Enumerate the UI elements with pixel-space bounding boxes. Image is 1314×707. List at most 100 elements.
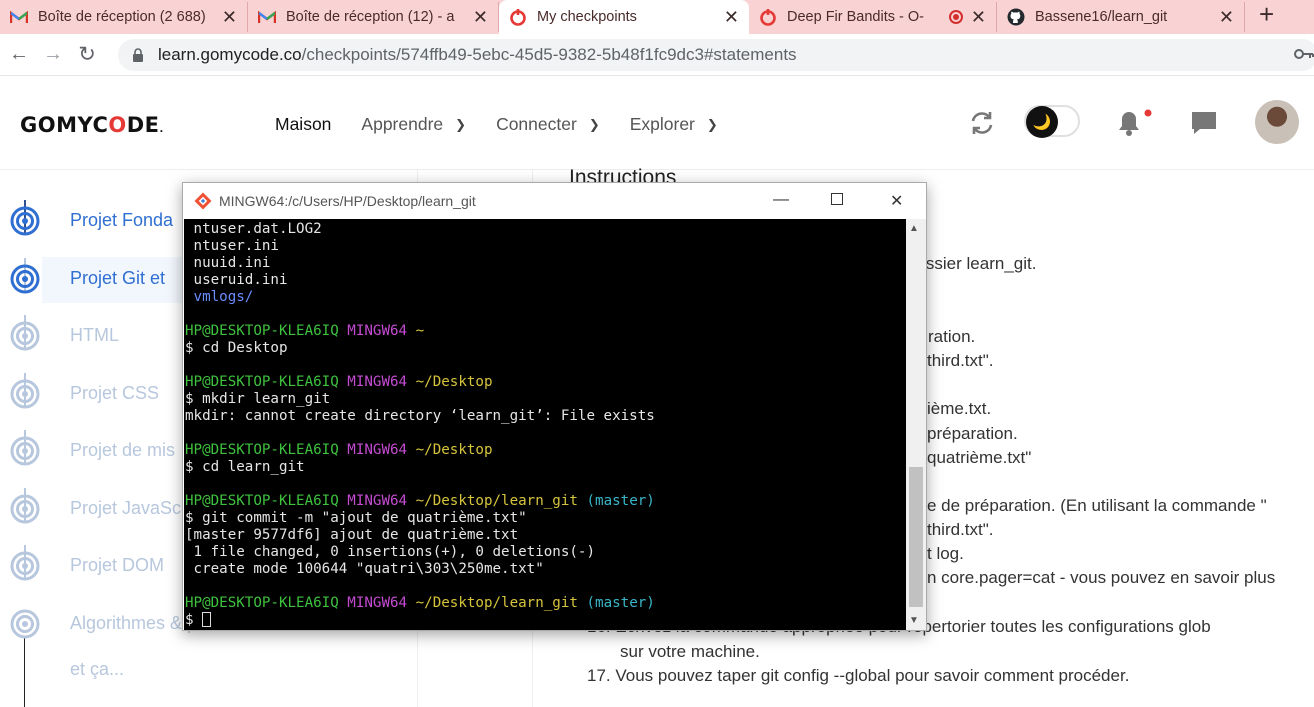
back-icon[interactable]: ← bbox=[4, 43, 34, 66]
key-icon[interactable] bbox=[1294, 47, 1314, 61]
bell-icon[interactable] bbox=[1114, 108, 1154, 138]
close-tab-icon[interactable]: ✕ bbox=[222, 7, 237, 28]
instruction-line: sur votre machine. bbox=[620, 642, 760, 661]
terminal-line: [master 9577df6] ajout de quatrième.txt bbox=[185, 527, 519, 543]
sidebar-item-label: Projet DOM bbox=[70, 555, 165, 575]
close-tab-icon[interactable]: ✕ bbox=[971, 7, 986, 28]
close-tab-icon[interactable]: ✕ bbox=[1219, 7, 1234, 28]
target-icon bbox=[10, 379, 40, 409]
sidebar-item-label: Projet Git et bbox=[70, 268, 166, 288]
nav-explorer[interactable]: Explorer ❯ bbox=[630, 114, 718, 135]
tab-title: My checkpoints bbox=[537, 9, 637, 25]
new-tab-button[interactable]: + bbox=[1259, 0, 1274, 30]
target-icon bbox=[10, 264, 40, 294]
chevron-down-icon: ❯ bbox=[706, 116, 718, 132]
terminal-line: 1 file changed, 0 insertions(+), 0 delet… bbox=[185, 544, 595, 560]
scroll-down-icon[interactable]: ▼ bbox=[909, 615, 919, 626]
terminal-blank bbox=[185, 425, 906, 442]
terminal-command: $ git commit -m "ajout de quatrième.txt" bbox=[185, 510, 527, 526]
instruction-line: third.txt". bbox=[927, 520, 994, 539]
close-tab-icon[interactable]: ✕ bbox=[724, 7, 739, 28]
terminal-line: mkdir: cannot create directory ‘learn_gi… bbox=[185, 408, 655, 424]
terminal-blank bbox=[185, 306, 906, 323]
sidebar-item-label: Projet Fonda bbox=[70, 210, 174, 230]
moon-icon: 🌙 bbox=[1026, 106, 1058, 138]
nav-connecter[interactable]: Connecter ❯ bbox=[496, 114, 600, 135]
instruction-line: ième.txt. bbox=[927, 399, 992, 418]
terminal-title: MINGW64:/c/Users/HP/Desktop/learn_git bbox=[219, 193, 476, 209]
target-icon bbox=[10, 436, 40, 466]
terminal-prompt: HP@DESKTOP-KLEA6IQ MINGW64 ~/Desktop/lea… bbox=[185, 493, 655, 509]
chevron-down-icon: ❯ bbox=[588, 116, 600, 132]
minimize-icon[interactable]: — bbox=[773, 191, 789, 209]
terminal-titlebar[interactable]: MINGW64:/c/Users/HP/Desktop/learn_git bbox=[183, 183, 926, 219]
instruction-line: third.txt". bbox=[927, 351, 994, 370]
browser-tab-strip: Boîte de réception (2 688) ✕ Boîte de ré… bbox=[0, 0, 1314, 34]
reload-icon[interactable]: ↻ bbox=[72, 42, 102, 67]
target-icon bbox=[10, 321, 40, 351]
terminal-line: useruid.ini bbox=[193, 272, 288, 288]
terminal-input-line[interactable]: $ bbox=[185, 612, 906, 629]
gmail-icon bbox=[258, 8, 276, 26]
gomycode-icon bbox=[759, 8, 777, 26]
nav-apprendre[interactable]: Apprendre ❯ bbox=[361, 114, 466, 135]
tab-github-learn-git[interactable]: Bassene16/learn_git ✕ bbox=[997, 2, 1245, 32]
target-icon bbox=[10, 551, 40, 581]
text-cursor bbox=[202, 612, 212, 627]
github-icon bbox=[1007, 8, 1025, 26]
maximize-icon[interactable] bbox=[831, 193, 843, 205]
chevron-down-icon: ❯ bbox=[455, 116, 467, 132]
scrollbar-thumb[interactable] bbox=[909, 467, 923, 607]
tab-deep-fir-bandits[interactable]: Deep Fir Bandits - O- ✕ bbox=[749, 2, 997, 32]
terminal-line: nuuid.ini bbox=[193, 255, 271, 271]
terminal-output[interactable]: ntuser.dat.LOG2 ntuser.ini nuuid.ini use… bbox=[184, 219, 906, 630]
timeline-line bbox=[24, 638, 25, 707]
close-tab-icon[interactable]: ✕ bbox=[473, 7, 488, 28]
terminal-command: $ cd Desktop bbox=[185, 340, 288, 356]
address-bar-row: ← → ↻ learn.gomycode.co/checkpoints/574f… bbox=[0, 34, 1314, 76]
close-window-icon[interactable]: ✕ bbox=[890, 191, 903, 211]
instruction-line: 17. Vous pouvez taper git config --globa… bbox=[587, 666, 1130, 685]
terminal-line: ntuser.dat.LOG2 bbox=[193, 221, 322, 237]
avatar[interactable] bbox=[1255, 100, 1299, 144]
instruction-line: e de préparation. (En utilisant la comma… bbox=[927, 496, 1267, 515]
dark-mode-toggle[interactable]: 🌙 bbox=[1024, 105, 1080, 138]
tab-my-checkpoints[interactable]: My checkpoints ✕ bbox=[499, 0, 749, 34]
git-bash-window[interactable]: MINGW64:/c/Users/HP/Desktop/learn_git — … bbox=[182, 182, 927, 631]
sidebar-item-label-continued: et ça... bbox=[70, 659, 125, 679]
main-nav: Maison Apprendre ❯ Connecter ❯ Explorer ❯ bbox=[275, 114, 748, 135]
tab-gmail-inbox-1[interactable]: Boîte de réception (2 688) ✕ bbox=[0, 2, 248, 32]
instruction-line: préparation. bbox=[927, 424, 1018, 443]
tab-title: Boîte de réception (12) - a bbox=[286, 9, 455, 25]
terminal-command: $ cd learn_git bbox=[185, 459, 305, 475]
instruction-line: ration. bbox=[928, 327, 976, 346]
refresh-icon[interactable] bbox=[968, 109, 996, 137]
gomycode-logo[interactable]: GOMYCODE. bbox=[20, 113, 164, 137]
tab-title: Deep Fir Bandits - O- bbox=[787, 9, 924, 25]
url-host: learn.gomycode.co bbox=[158, 45, 302, 64]
terminal-prompt: HP@DESKTOP-KLEA6IQ MINGW64 ~/Desktop bbox=[185, 374, 493, 390]
scroll-up-icon[interactable]: ▲ bbox=[909, 223, 919, 234]
terminal-command: $ mkdir learn_git bbox=[185, 391, 331, 407]
terminal-prompt: HP@DESKTOP-KLEA6IQ MINGW64 ~ bbox=[185, 323, 425, 339]
sidebar-item-label: HTML bbox=[70, 325, 119, 345]
terminal-prompt: HP@DESKTOP-KLEA6IQ MINGW64 ~/Desktop bbox=[185, 442, 493, 458]
tab-gmail-inbox-2[interactable]: Boîte de réception (12) - a ✕ bbox=[248, 2, 499, 32]
url-input[interactable]: learn.gomycode.co/checkpoints/574ffb49-5… bbox=[118, 39, 1314, 71]
forward-icon[interactable]: → bbox=[38, 43, 68, 66]
instruction-line: t log. bbox=[927, 544, 964, 563]
chat-icon[interactable] bbox=[1190, 110, 1218, 136]
nav-maison[interactable]: Maison bbox=[275, 114, 331, 135]
recording-icon bbox=[948, 10, 963, 24]
terminal-line: vmlogs/ bbox=[193, 289, 254, 305]
target-icon bbox=[10, 609, 40, 639]
tab-title: Bassene16/learn_git bbox=[1035, 9, 1168, 25]
sidebar-item-label: Projet CSS bbox=[70, 383, 160, 403]
url-path: /checkpoints/574ffb49-5ebc-45d5-9382-5b4… bbox=[301, 45, 797, 64]
terminal-blank bbox=[185, 476, 906, 493]
terminal-scrollbar[interactable]: ▲ ▼ bbox=[906, 219, 926, 630]
terminal-line: ntuser.ini bbox=[193, 238, 279, 254]
sidebar-item-label: Projet de mis bbox=[70, 440, 176, 460]
gomycode-icon bbox=[509, 8, 527, 26]
gmail-icon bbox=[10, 8, 28, 26]
